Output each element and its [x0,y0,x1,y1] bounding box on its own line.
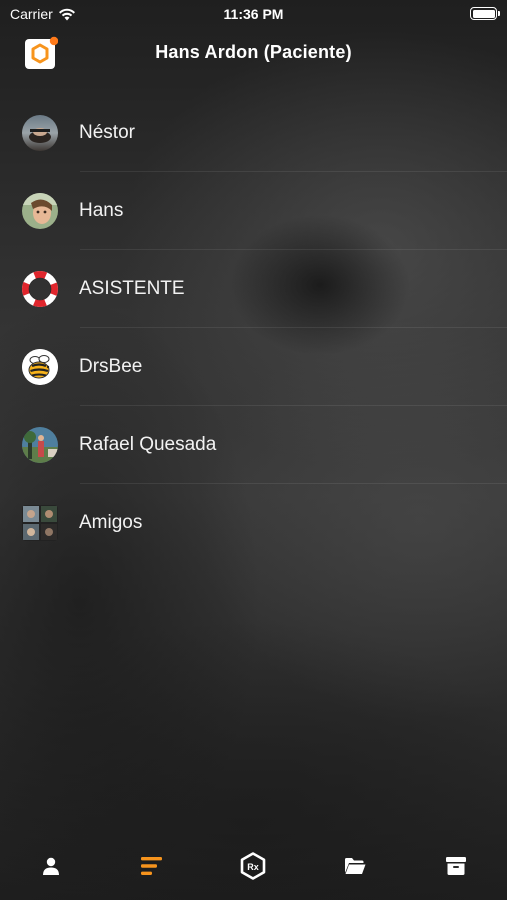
page-title: Hans Ardon (Paciente) [155,42,352,62]
rx-hexagon-icon: Rx [241,852,266,880]
contact-name: Amigos [79,512,143,533]
battery-icon [470,7,500,20]
tab-list[interactable] [122,846,182,886]
lifebuoy-icon [22,271,58,307]
list-item[interactable]: Amigos [0,484,507,562]
tab-bar: Rx [0,838,507,900]
conversation-list: Néstor Hans ASISTENTE DrsBee Rafael Ques… [0,94,507,562]
tab-archive[interactable] [426,846,486,886]
folder-icon [344,858,366,874]
contact-name: ASISTENTE [79,278,185,299]
group-collage-avatar [22,505,58,541]
status-bar: Carrier 11:36 PM [0,0,507,28]
tab-profile[interactable] [21,846,81,886]
contact-name: DrsBee [79,356,143,377]
tab-folder[interactable] [325,846,385,886]
tab-rx[interactable]: Rx [223,846,283,886]
person-icon [42,857,59,875]
contact-name: Néstor [79,122,135,143]
photo-avatar [22,427,58,463]
list-item[interactable]: Hans [0,172,507,250]
contact-name: Hans [79,200,124,221]
list-item[interactable]: ASISTENTE [0,250,507,328]
archive-box-icon [446,857,467,875]
photo-avatar [22,115,58,151]
svg-text:Rx: Rx [248,862,260,872]
photo-avatar [22,193,58,229]
list-item[interactable]: Rafael Quesada [0,406,507,484]
list-lines-icon [141,857,163,875]
bee-icon [22,349,58,385]
list-item[interactable]: DrsBee [0,328,507,406]
navigation-bar: Hans Ardon (Paciente) [0,30,507,74]
clock: 11:36 PM [223,6,284,22]
list-item[interactable]: Néstor [0,94,507,172]
contact-name: Rafael Quesada [79,434,217,455]
